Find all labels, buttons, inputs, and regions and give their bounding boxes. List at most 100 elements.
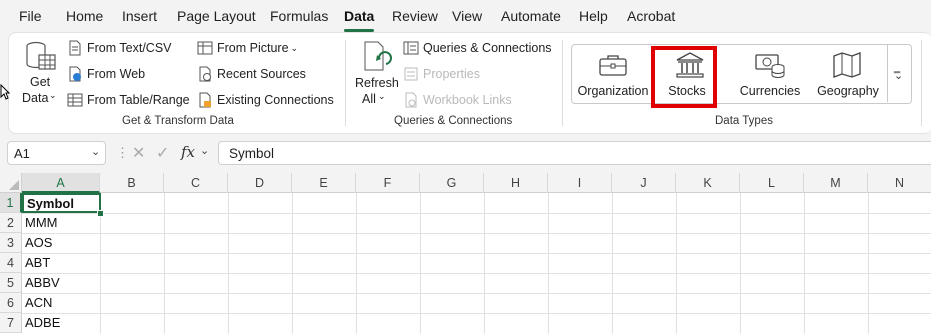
geography-data-type-button[interactable]: Geography	[812, 44, 884, 102]
column-header-n[interactable]: N	[868, 173, 931, 193]
name-box[interactable]: A1 ⌄	[7, 141, 106, 165]
tab-help[interactable]: Help	[579, 8, 608, 24]
column-header-b[interactable]: B	[100, 173, 164, 193]
existing-connections-label: Existing Connections	[217, 93, 334, 107]
enter-check-icon[interactable]: ✓	[156, 143, 169, 163]
select-all-corner[interactable]	[0, 173, 22, 193]
gridline	[22, 313, 931, 314]
group-label-data-types: Data Types	[715, 115, 773, 127]
column-header-a[interactable]: A	[22, 173, 100, 193]
from-web-label: From Web	[87, 67, 146, 81]
cell-a6[interactable]: ACN	[22, 293, 100, 313]
row-header-3[interactable]: 3	[0, 233, 22, 253]
currencies-label: Currencies	[739, 84, 801, 98]
properties-button[interactable]: Properties	[403, 66, 480, 82]
tab-home[interactable]: Home	[66, 8, 103, 24]
from-text-csv-label: From Text/CSV	[87, 41, 172, 55]
column-header-j[interactable]: J	[612, 173, 676, 193]
tab-review[interactable]: Review	[392, 8, 438, 24]
gridline	[22, 293, 931, 294]
stocks-highlight-box	[651, 46, 717, 108]
recent-sources-icon	[199, 66, 211, 82]
cell-a2[interactable]: MMM	[22, 213, 100, 233]
data-types-more-button[interactable]: ‗ ⌄	[887, 44, 910, 102]
row-header-4[interactable]: 4	[0, 253, 22, 273]
queries-connections-label: Queries & Connections	[423, 41, 552, 55]
tab-page-layout[interactable]: Page Layout	[177, 8, 256, 24]
workbook-links-button[interactable]: Workbook Links	[403, 92, 512, 108]
cell-a5[interactable]: ABBV	[22, 273, 100, 293]
row-header-6[interactable]: 6	[0, 293, 22, 313]
organization-data-type-button[interactable]: Organization	[575, 44, 651, 102]
properties-icon	[404, 67, 418, 81]
column-header-i[interactable]: I	[548, 173, 612, 193]
cell-a4[interactable]: ABT	[22, 253, 100, 273]
recent-sources-button[interactable]: Recent Sources	[197, 66, 306, 82]
currencies-data-type-button[interactable]: Currencies	[732, 44, 808, 102]
tab-automate[interactable]: Automate	[501, 8, 561, 24]
tab-file[interactable]: File	[19, 8, 42, 24]
column-header-m[interactable]: M	[804, 173, 868, 193]
queries-connections-button[interactable]: Queries & Connections	[403, 40, 552, 56]
tab-insert[interactable]: Insert	[122, 8, 157, 24]
cancel-icon[interactable]: ✕	[132, 143, 145, 163]
chevron-down-icon[interactable]: ⌄	[200, 144, 209, 157]
tab-data[interactable]: Data	[344, 8, 374, 24]
map-icon	[833, 52, 861, 78]
get-data-button[interactable]: Get Data ⌄	[22, 40, 58, 105]
refresh-label-line2: All	[362, 92, 376, 106]
geography-label: Geography	[817, 84, 879, 98]
name-box-value: A1	[14, 146, 30, 161]
recent-sources-label: Recent Sources	[217, 67, 306, 81]
drag-handle-icon[interactable]: ⋮	[116, 145, 129, 161]
cell-a1[interactable]: Symbol	[22, 193, 101, 213]
tab-view[interactable]: View	[452, 8, 482, 24]
column-header-l[interactable]: L	[740, 173, 804, 193]
tab-acrobat[interactable]: Acrobat	[627, 8, 675, 24]
formula-input[interactable]: Symbol	[218, 141, 931, 165]
worksheet-grid[interactable]: A B C D E F G H I J K L M N 1 2 3 4 5 6 …	[0, 173, 931, 334]
cell-a3[interactable]: AOS	[22, 233, 100, 253]
from-picture-button[interactable]: From Picture ⌄	[197, 40, 298, 56]
cell-a7[interactable]: ADBE	[22, 313, 100, 333]
from-web-button[interactable]: From Web	[67, 66, 145, 82]
table-icon	[67, 93, 83, 107]
row-header-2[interactable]: 2	[0, 213, 22, 233]
column-header-g[interactable]: G	[420, 173, 484, 193]
ribbon-separator	[921, 40, 922, 126]
picture-table-icon	[197, 41, 213, 55]
get-data-label-line1: Get	[30, 75, 51, 89]
chevron-down-icon: ⌄	[49, 90, 57, 100]
currency-icon	[755, 54, 785, 78]
link-icon	[405, 92, 417, 108]
chevron-down-icon: ⌄	[290, 42, 299, 53]
row-header-5[interactable]: 5	[0, 273, 22, 293]
text-file-icon	[69, 40, 81, 56]
formula-value: Symbol	[229, 146, 275, 161]
gridline	[22, 213, 931, 214]
column-header-h[interactable]: H	[484, 173, 548, 193]
queries-icon	[403, 41, 419, 55]
column-header-d[interactable]: D	[228, 173, 292, 193]
row-header-7[interactable]: 7	[0, 313, 22, 333]
ribbon-separator	[562, 40, 563, 126]
column-header-f[interactable]: F	[356, 173, 420, 193]
from-text-csv-button[interactable]: From Text/CSV	[67, 40, 172, 56]
select-all-triangle-icon	[9, 180, 19, 190]
existing-connections-button[interactable]: Existing Connections	[197, 92, 334, 108]
more-options-icon: ‗ ⌄	[894, 62, 904, 82]
chevron-down-icon: ⌄	[378, 91, 386, 101]
ribbon-separator	[345, 40, 346, 126]
refresh-all-button[interactable]: Refresh All ⌄	[355, 40, 399, 106]
column-header-c[interactable]: C	[164, 173, 228, 193]
tab-formulas[interactable]: Formulas	[270, 8, 328, 24]
column-header-e[interactable]: E	[292, 173, 356, 193]
row-header-1[interactable]: 1	[0, 193, 22, 213]
organization-label: Organization	[577, 84, 649, 98]
group-label-get-transform: Get & Transform Data	[122, 115, 234, 127]
gridline	[22, 273, 931, 274]
insert-function-icon[interactable]: fx	[181, 143, 195, 161]
chevron-down-icon: ⌄	[91, 146, 101, 158]
column-header-k[interactable]: K	[676, 173, 740, 193]
from-table-range-button[interactable]: From Table/Range	[67, 92, 190, 108]
